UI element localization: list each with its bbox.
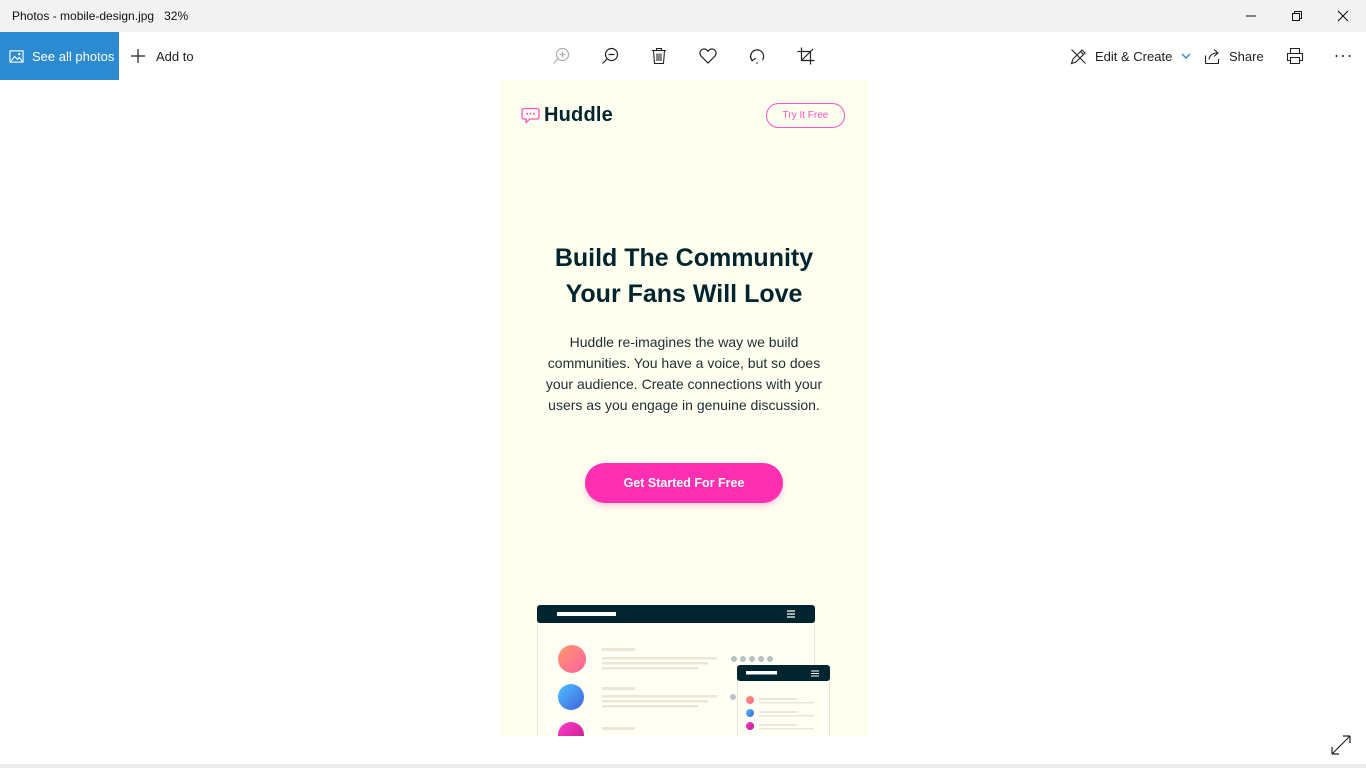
- headline-line-1: Build The Community: [554, 244, 814, 272]
- zoom-in-icon: [553, 47, 570, 64]
- edit-create-icon: [1070, 48, 1086, 64]
- delete-icon: [652, 47, 666, 65]
- add-to-label: Add to: [156, 48, 194, 64]
- edit-create-label: Edit & Create: [1095, 48, 1173, 64]
- share-button[interactable]: Share: [1204, 32, 1264, 80]
- expand-icon: [1331, 735, 1351, 755]
- chevron-down-icon: [1181, 53, 1191, 59]
- more-options-button[interactable]: [1331, 44, 1355, 68]
- file-title: Photos - mobile-design.jpg: [12, 9, 155, 23]
- minimize-icon: [1246, 15, 1256, 17]
- image-viewer[interactable]: Huddle Try It Free Build The Community Y…: [0, 80, 1366, 768]
- edit-create-button[interactable]: Edit & Create: [1070, 32, 1191, 80]
- crop-button[interactable]: [794, 44, 818, 68]
- zoom-out-icon: [602, 47, 619, 64]
- close-button[interactable]: [1320, 0, 1366, 32]
- share-icon: [1204, 48, 1220, 64]
- filmstrip-bar: [0, 764, 1366, 768]
- logo-text: Huddle: [544, 104, 613, 126]
- restore-button[interactable]: [1274, 0, 1320, 32]
- minimize-button[interactable]: [1228, 0, 1274, 32]
- share-label: Share: [1229, 48, 1264, 64]
- hero-headline: Build The Community Your Fans Will Love: [499, 240, 869, 312]
- print-icon: [1286, 47, 1304, 65]
- zoom-out-button[interactable]: [598, 44, 622, 68]
- delete-button[interactable]: [647, 44, 671, 68]
- heart-icon: [699, 48, 717, 64]
- headline-line-2: Your Fans Will Love: [565, 280, 803, 308]
- zoom-in-button[interactable]: [549, 44, 573, 68]
- toolbar: See all photos Add to Edit & Create Shar…: [0, 32, 1366, 80]
- favorite-button[interactable]: [696, 44, 720, 68]
- see-all-photos-label: See all photos: [32, 48, 115, 64]
- restore-icon: [1292, 11, 1302, 21]
- print-button[interactable]: [1283, 44, 1307, 68]
- huddle-logo: Huddle: [521, 104, 613, 127]
- full-screen-button[interactable]: [1330, 734, 1354, 756]
- hero-description: Huddle re-imagines the way we build comm…: [545, 334, 823, 413]
- try-it-free-button: Try It Free: [766, 103, 845, 128]
- displayed-image: Huddle Try It Free Build The Community Y…: [499, 80, 869, 736]
- see-all-photos-button[interactable]: See all photos: [0, 32, 119, 80]
- close-icon: [1337, 10, 1349, 22]
- rotate-icon: [749, 49, 765, 64]
- get-started-button: Get Started For Free: [585, 463, 783, 503]
- rotate-button[interactable]: [745, 44, 769, 68]
- title-bar: Photos - mobile-design.jpg 32%: [0, 0, 1366, 32]
- window-title: Photos - mobile-design.jpg 32%: [12, 9, 188, 23]
- more-icon: [1335, 55, 1351, 57]
- add-to-button[interactable]: Add to: [130, 32, 194, 80]
- zoom-level: 32%: [164, 9, 189, 23]
- photos-icon: [9, 49, 24, 63]
- plus-icon: [131, 49, 145, 63]
- crop-icon: [797, 47, 815, 65]
- chat-bubble-icon: [521, 107, 540, 124]
- app-mockup-illustration: [537, 605, 830, 736]
